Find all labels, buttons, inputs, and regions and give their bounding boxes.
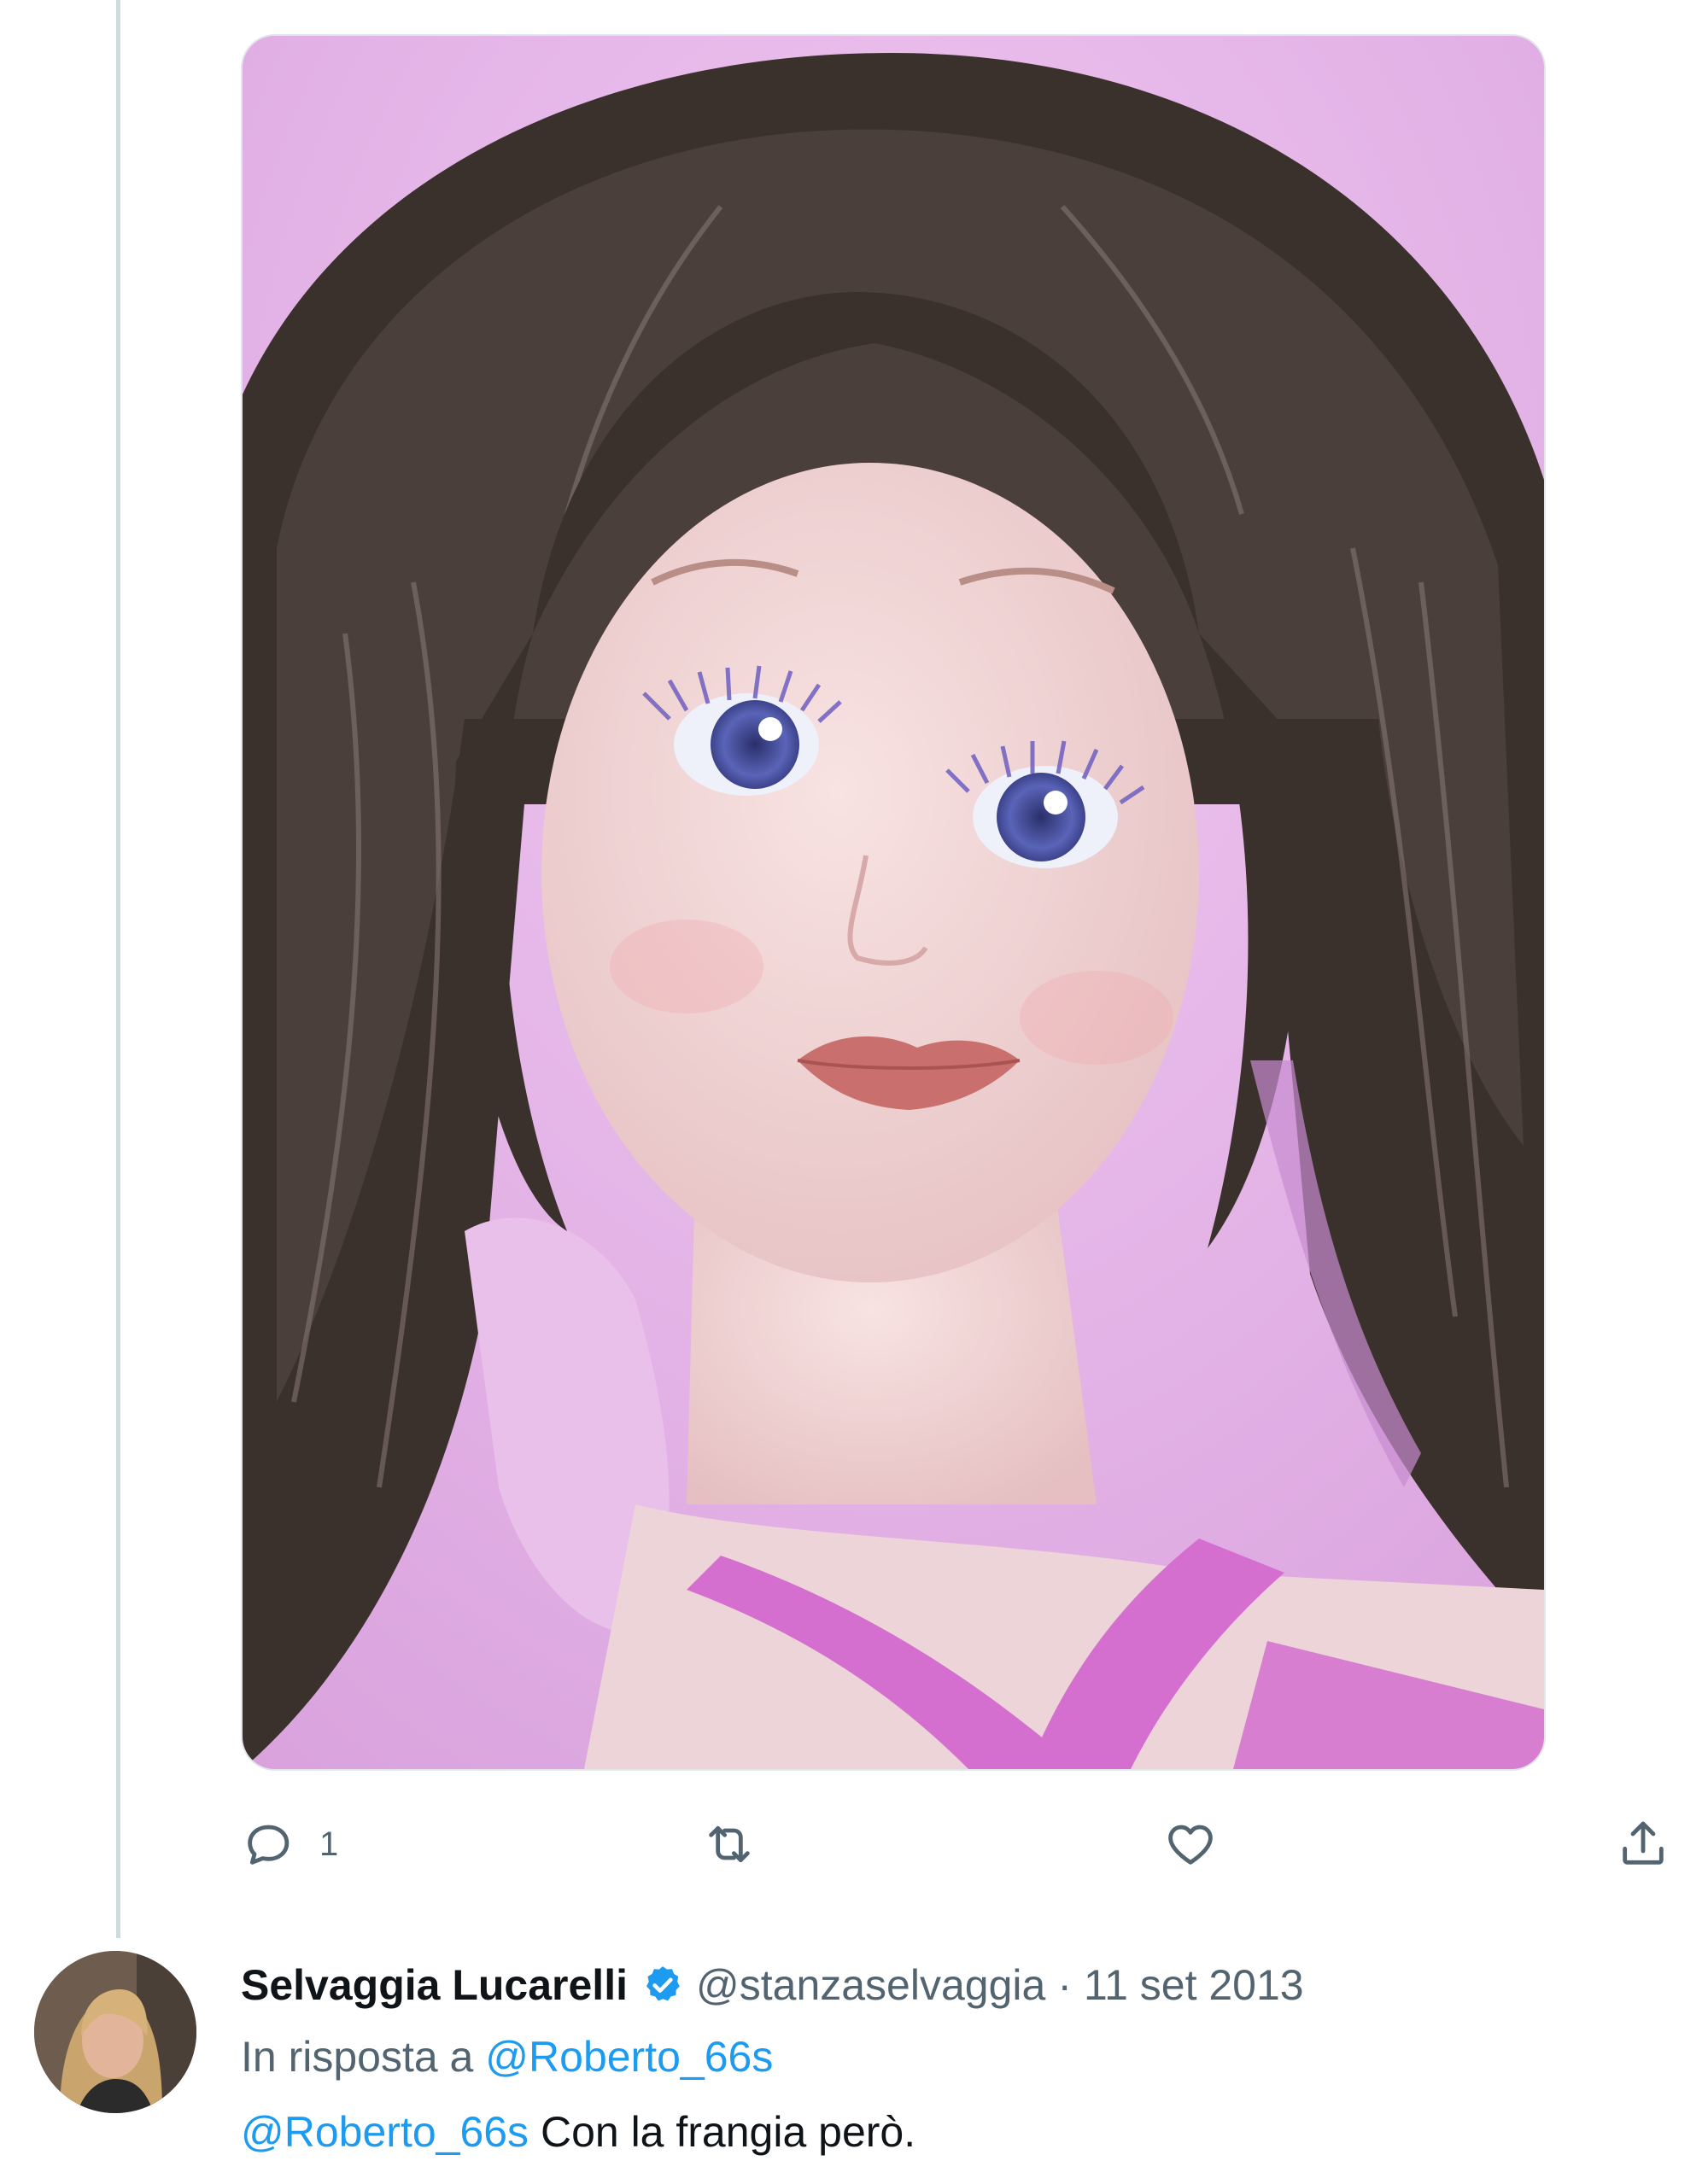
heart-icon bbox=[1168, 1825, 1213, 1865]
reply-icon bbox=[248, 1825, 290, 1865]
doll-photo bbox=[243, 36, 1544, 1769]
reply-context: In risposta a @Roberto_66s bbox=[241, 2019, 1691, 2094]
share-icon bbox=[1623, 1821, 1664, 1865]
header-separator: · bbox=[1057, 1961, 1072, 2009]
tweet-text-content: Con la frangia però. bbox=[529, 2108, 916, 2156]
reply-tweet[interactable]: Selvaggia Lucarelli @stanzaselvaggia · 1… bbox=[34, 1951, 1691, 2181]
reply-button[interactable]: 1 bbox=[241, 1810, 338, 1878]
avatar[interactable] bbox=[34, 1951, 196, 2113]
user-handle[interactable]: @stanzaselvaggia bbox=[696, 1951, 1045, 2019]
reply-count: 1 bbox=[319, 1825, 339, 1863]
tweet-action-bar: 1 bbox=[241, 1810, 1676, 1878]
tweet-text-mention[interactable]: @Roberto_66s bbox=[241, 2108, 529, 2156]
verified-badge-icon bbox=[646, 1966, 680, 2001]
retweet-button[interactable] bbox=[702, 1810, 757, 1878]
like-button[interactable] bbox=[1163, 1810, 1218, 1878]
reply-tweet-body: Selvaggia Lucarelli @stanzaselvaggia · 1… bbox=[241, 1951, 1691, 2169]
retweet-icon bbox=[709, 1825, 750, 1863]
avatar-photo bbox=[34, 1951, 196, 2113]
display-name[interactable]: Selvaggia Lucarelli bbox=[241, 1951, 628, 2019]
tweet-media-image[interactable] bbox=[241, 34, 1546, 1771]
tweet-date[interactable]: 11 set 2013 bbox=[1084, 1951, 1304, 2019]
thread-connector-line bbox=[116, 0, 120, 1938]
reply-context-prefix: In risposta a bbox=[241, 2033, 486, 2081]
share-button[interactable] bbox=[1616, 1810, 1670, 1878]
tweet-header: Selvaggia Lucarelli @stanzaselvaggia · 1… bbox=[241, 1951, 1691, 2019]
tweet-text: @Roberto_66s Con la frangia però. bbox=[241, 2094, 1691, 2169]
reply-context-mention[interactable]: @Roberto_66s bbox=[485, 2033, 773, 2081]
